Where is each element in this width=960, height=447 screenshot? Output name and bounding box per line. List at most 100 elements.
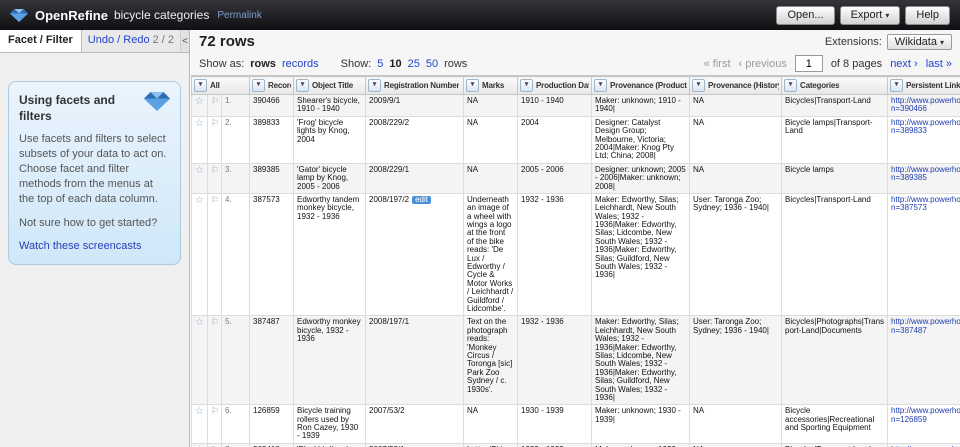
- cell-categories: Bicycle lamps|Transport-Land: [781, 115, 889, 164]
- show-label: Show:: [340, 57, 372, 70]
- flag-cell[interactable]: ⚐: [207, 94, 222, 117]
- row-count: 72 rows: [199, 33, 255, 50]
- table-row: ☆ ⚐ 3. 389385 'Gator' bicycle lamp by Kn…: [191, 162, 960, 194]
- registration-number-text: 2007/53/2: [369, 406, 405, 416]
- column-dropdown-icon[interactable]: ▾: [784, 79, 798, 92]
- star-icon[interactable]: ☆: [195, 195, 204, 206]
- star-cell[interactable]: ☆: [191, 162, 208, 194]
- pagination-previous[interactable]: ‹ previous: [739, 58, 787, 70]
- page-size-option-10[interactable]: 10: [389, 58, 401, 70]
- flag-icon[interactable]: ⚐: [211, 317, 219, 327]
- flag-icon[interactable]: ⚐: [211, 118, 219, 128]
- pagination-last[interactable]: last »: [926, 58, 952, 70]
- column-dropdown-icon[interactable]: ▾: [194, 79, 207, 92]
- cell-persistent-link: http://www.powerho irn=387573: [887, 192, 960, 317]
- extensions-dropdown[interactable]: Wikidata ▾: [886, 33, 952, 50]
- star-cell[interactable]: ☆: [191, 192, 208, 317]
- star-cell[interactable]: ☆: [191, 94, 208, 117]
- registration-number-text: 2008/197/1: [369, 317, 410, 327]
- cell-production-date: 1910 - 1940: [517, 94, 593, 117]
- page-size-option-50[interactable]: 50: [426, 58, 438, 70]
- flag-icon[interactable]: ⚐: [211, 96, 219, 106]
- pagination-first[interactable]: « first: [704, 58, 731, 70]
- flag-cell[interactable]: ⚐: [207, 192, 222, 317]
- table-row: ☆ ⚐ 7. 362418 'Blackbird' racing 2007/53…: [191, 442, 960, 447]
- flag-cell[interactable]: ⚐: [207, 442, 222, 447]
- star-icon[interactable]: ☆: [195, 406, 204, 418]
- persistent-link[interactable]: http://www.powerho irn=387487: [891, 317, 960, 335]
- star-cell[interactable]: ☆: [191, 115, 208, 164]
- edit-badge[interactable]: edit: [412, 195, 431, 205]
- cell-provenance-production: Maker: unknown; 1930 - 1939|: [591, 404, 691, 444]
- column-dropdown-icon[interactable]: ▾: [296, 79, 310, 92]
- facets-diamond-icon: [144, 92, 170, 116]
- column-header-object-title[interactable]: ▾ Object Title: [293, 76, 367, 95]
- column-header-provenance-history[interactable]: ▾ Provenance (History): [689, 76, 783, 95]
- flag-cell[interactable]: ⚐: [207, 315, 222, 406]
- page-input[interactable]: [794, 55, 823, 72]
- tab-facet-filter[interactable]: Facet / Filter: [0, 30, 82, 52]
- column-dropdown-icon[interactable]: ▾: [890, 79, 904, 92]
- data-table: ▾All ▾Record ID ▾Object Title ▾Registrat…: [191, 76, 960, 447]
- flag-icon[interactable]: ⚐: [211, 406, 219, 416]
- export-button[interactable]: Export ▾: [839, 5, 901, 25]
- undo-redo-label: Undo / Redo: [87, 34, 150, 46]
- star-icon[interactable]: ☆: [195, 165, 204, 176]
- column-header-registration-number[interactable]: ▾ Registration Number: [365, 76, 465, 95]
- collapse-sidebar-button[interactable]: <: [179, 30, 189, 52]
- column-header-production-date[interactable]: ▾ Production Date: [517, 76, 593, 95]
- star-icon[interactable]: ☆: [195, 118, 204, 129]
- column-dropdown-icon[interactable]: ▾: [520, 79, 534, 92]
- column-dropdown-icon[interactable]: ▾: [466, 79, 480, 92]
- star-icon[interactable]: ☆: [195, 317, 204, 329]
- help-button[interactable]: Help: [905, 5, 950, 25]
- persistent-link[interactable]: http://www.powerho irn=389833: [891, 118, 960, 135]
- page-size-option-25[interactable]: 25: [408, 58, 420, 70]
- column-header-record-id[interactable]: ▾Record ID: [249, 76, 295, 95]
- tab-undo-redo[interactable]: Undo / Redo 2 / 2: [82, 30, 180, 52]
- star-icon[interactable]: ☆: [195, 96, 204, 107]
- cell-object-title: Edworthy monkey bicycle, 1932 - 1936: [293, 315, 367, 406]
- column-header-persistent-link[interactable]: ▾ Persistent Link: [887, 76, 960, 95]
- cell-persistent-link: http://www.powerho irn=126859: [887, 404, 960, 444]
- flag-icon[interactable]: ⚐: [211, 165, 219, 175]
- column-dropdown-icon[interactable]: ▾: [594, 79, 608, 92]
- column-dropdown-icon[interactable]: ▾: [252, 79, 266, 92]
- persistent-link[interactable]: http://www.powerho irn=390466: [891, 96, 960, 113]
- column-header-all[interactable]: ▾ All: [191, 76, 251, 95]
- star-cell[interactable]: ☆: [191, 404, 208, 444]
- cell-registration-number: 2008/229/2edit: [365, 115, 465, 164]
- cell-provenance-history: User: Taronga Zoo; Sydney; 1936 - 1940|: [689, 192, 783, 317]
- persistent-link[interactable]: http://www.powerho irn=387573: [891, 195, 960, 212]
- row-number: 3.: [220, 162, 251, 194]
- cell-record-id: 389385: [249, 162, 295, 194]
- star-cell[interactable]: ☆: [191, 315, 208, 406]
- permalink-link[interactable]: Permalink: [217, 10, 261, 21]
- column-header-categories[interactable]: ▾ Categories: [781, 76, 889, 95]
- flag-icon[interactable]: ⚐: [211, 195, 219, 205]
- page-size-option-5[interactable]: 5: [377, 58, 383, 70]
- column-header-marks[interactable]: ▾ Marks: [463, 76, 519, 95]
- persistent-link[interactable]: http://www.powerho irn=126859: [891, 406, 960, 423]
- column-dropdown-icon[interactable]: ▾: [692, 79, 706, 92]
- cell-categories: Bicycles|Photographs|Transport-Land|Docu…: [781, 315, 889, 406]
- column-header-provenance-production[interactable]: ▾Provenance (Production): [591, 76, 691, 95]
- flag-cell[interactable]: ⚐: [207, 115, 222, 164]
- flag-cell[interactable]: ⚐: [207, 162, 222, 194]
- extensions-label: Extensions:: [824, 35, 882, 48]
- screencasts-link[interactable]: Watch these screencasts: [19, 240, 141, 252]
- cell-object-title: 'Gator' bicycle lamp by Knog, 2005 - 200…: [293, 162, 367, 194]
- pagination-next[interactable]: next ›: [890, 58, 918, 70]
- cell-provenance-history: User: Taronga Zoo; Sydney; 1936 - 1940|: [689, 315, 783, 406]
- show-as-rows-option[interactable]: rows: [250, 58, 276, 70]
- show-as-records-option[interactable]: records: [282, 58, 319, 70]
- column-dropdown-icon[interactable]: ▾: [368, 79, 382, 92]
- flag-cell[interactable]: ⚐: [207, 404, 222, 444]
- openrefine-logo-diamond-icon[interactable]: [10, 8, 28, 22]
- table-row: ☆ ⚐ 6. 126859 Bicycle training rollers u…: [191, 404, 960, 444]
- open-button[interactable]: Open...: [776, 5, 835, 25]
- persistent-link[interactable]: http://www.powerho irn=389385: [891, 165, 960, 182]
- cell-categories: Bicycles|Transport-Land: [781, 192, 889, 317]
- cell-provenance-history: NA: [689, 115, 783, 164]
- star-cell[interactable]: ☆: [191, 442, 208, 447]
